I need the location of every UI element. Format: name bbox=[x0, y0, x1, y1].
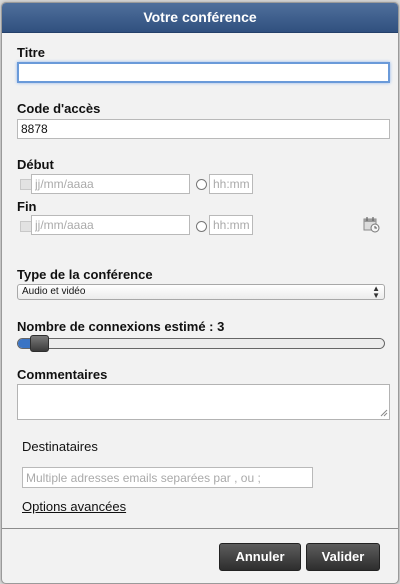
resize-grip-icon[interactable] bbox=[380, 409, 388, 417]
titre-label: Titre bbox=[17, 45, 45, 60]
calendar-clock-icon[interactable] bbox=[363, 216, 380, 233]
code-input[interactable] bbox=[17, 119, 390, 139]
destinataires-label: Destinataires bbox=[22, 439, 98, 454]
fin-label: Fin bbox=[17, 199, 37, 214]
titre-input[interactable] bbox=[17, 62, 390, 83]
fin-time-radio[interactable] bbox=[196, 221, 207, 232]
options-avancees-link[interactable]: Options avancées bbox=[22, 499, 126, 514]
debut-date-input[interactable] bbox=[31, 174, 190, 194]
destinataires-input[interactable] bbox=[22, 467, 313, 488]
type-label: Type de la conférence bbox=[17, 267, 153, 282]
fin-time-input[interactable] bbox=[209, 215, 253, 235]
commentaires-textarea[interactable] bbox=[17, 384, 390, 420]
commentaires-label: Commentaires bbox=[17, 367, 108, 382]
debut-time-radio[interactable] bbox=[196, 179, 207, 190]
cancel-button[interactable]: Annuler bbox=[219, 543, 301, 571]
connexions-slider-handle[interactable] bbox=[30, 335, 49, 352]
fin-date-input[interactable] bbox=[31, 215, 190, 235]
submit-button[interactable]: Valider bbox=[306, 543, 380, 571]
select-arrows-icon: ▲ ▼ bbox=[372, 284, 380, 300]
connexions-slider-track[interactable] bbox=[17, 338, 385, 349]
debut-time-input[interactable] bbox=[209, 174, 253, 194]
connexions-label: Nombre de connexions estimé : 3 bbox=[17, 319, 225, 334]
footer-divider bbox=[2, 528, 398, 529]
dialog-title: Votre conférence bbox=[2, 3, 398, 33]
debut-label: Début bbox=[17, 157, 54, 172]
type-select[interactable]: Audio et vidéo ▲ ▼ bbox=[17, 284, 385, 300]
conference-dialog: Votre conférence Titre Code d'accès Débu… bbox=[1, 2, 399, 584]
type-selected-value: Audio et vidéo bbox=[22, 286, 86, 297]
code-label: Code d'accès bbox=[17, 101, 101, 116]
